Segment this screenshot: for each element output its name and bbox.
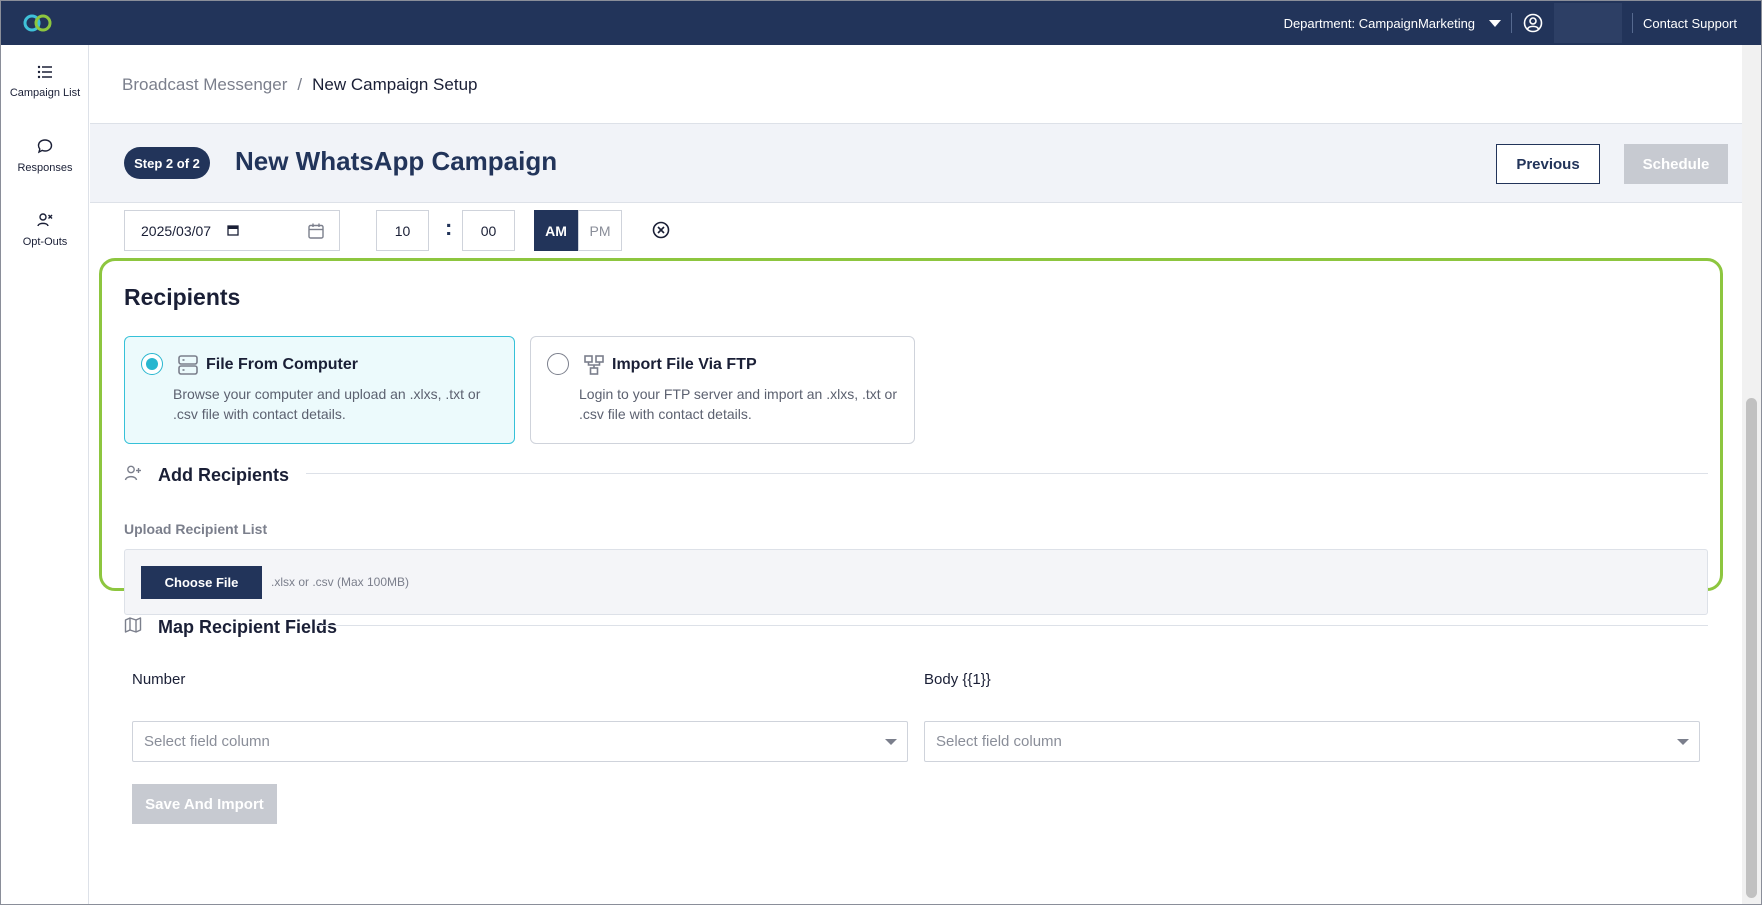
breadcrumb: Broadcast Messenger / New Campaign Setup: [122, 75, 477, 95]
save-and-import-button[interactable]: Save And Import: [132, 784, 277, 824]
divider: [1632, 13, 1634, 33]
radio-unselected[interactable]: [547, 353, 569, 375]
section-title: Add Recipients: [158, 465, 290, 485]
option-title: File From Computer: [206, 356, 359, 373]
infinity-logo-icon[interactable]: [21, 11, 55, 35]
time-separator: :: [445, 215, 453, 240]
server-icon: [177, 354, 199, 381]
upload-label: Upload Recipient List: [124, 521, 268, 537]
am-toggle[interactable]: AM: [534, 210, 578, 251]
breadcrumb-separator: /: [297, 75, 303, 94]
network-icon: [583, 354, 605, 381]
select-placeholder: Select field column: [936, 733, 1062, 750]
upload-area: Choose File .xlsx or .csv (Max 100MB): [124, 549, 1708, 615]
dropdown-arrow-icon: [1677, 739, 1689, 745]
step-header: Step 2 of 2 New WhatsApp Campaign Previo…: [90, 124, 1742, 203]
radio-selected[interactable]: [141, 353, 163, 375]
minute-input[interactable]: 00: [462, 210, 515, 251]
calendar-icon[interactable]: [307, 222, 325, 243]
sidebar-item-opt-outs[interactable]: Opt-Outs: [1, 193, 89, 267]
dropdown-arrow-icon: [885, 739, 897, 745]
sidebar-item-label: Responses: [17, 162, 73, 174]
choose-file-button[interactable]: Choose File: [141, 566, 262, 599]
vertical-scrollbar[interactable]: [1742, 45, 1761, 904]
step-badge: Step 2 of 2: [124, 147, 210, 179]
user-plus-icon: [124, 464, 142, 487]
option-title: Import File Via FTP: [612, 356, 757, 373]
divider: [316, 625, 1708, 626]
user-remove-icon: [37, 212, 53, 228]
hour-input[interactable]: 10: [376, 210, 429, 251]
section-title: Map Recipient Fields: [158, 617, 338, 637]
scrollbar-thumb[interactable]: [1746, 398, 1757, 898]
department-label: Department: CampaignMarketing: [1283, 15, 1476, 31]
upload-hint: .xlsx or .csv (Max 100MB): [271, 575, 410, 589]
option-description: Login to your FTP server and import an .…: [579, 386, 897, 422]
sidebar-item-label: Campaign List: [9, 87, 81, 99]
clear-time-icon[interactable]: [651, 220, 671, 240]
body-field-select[interactable]: Select field column: [924, 721, 1700, 762]
divider: [1511, 13, 1513, 33]
date-value: 2025/03/07: [141, 222, 212, 239]
page-title: New WhatsApp Campaign: [235, 146, 558, 176]
option-description: Browse your computer and upload an .xlxs…: [173, 386, 481, 422]
import-file-via-ftp-option[interactable]: Import File Via FTP Login to your FTP se…: [530, 336, 915, 444]
caret-down-icon: [1489, 19, 1502, 27]
add-recipients-header: Add Recipients: [124, 464, 289, 487]
schedule-button[interactable]: Schedule: [1624, 144, 1728, 184]
number-field-label: Number: [132, 671, 186, 688]
divider: [306, 473, 1708, 474]
body-field-label: Body {{1}}: [924, 671, 991, 688]
sidebar: Campaign List Responses Opt-Outs: [1, 45, 89, 904]
top-right-controls: Department: CampaignMarketing Contact Su…: [1284, 1, 1737, 45]
date-input[interactable]: 2025/03/07: [124, 210, 340, 251]
user-name-pill[interactable]: [1554, 3, 1623, 43]
map-recipient-fields-header: Map Recipient Fields: [124, 616, 337, 639]
previous-button[interactable]: Previous: [1496, 144, 1600, 184]
breadcrumb-current: New Campaign Setup: [312, 75, 478, 94]
chat-bubble-icon: [37, 138, 53, 154]
department-dropdown[interactable]: Department: CampaignMarketing: [1283, 15, 1502, 31]
main-content: Broadcast Messenger / New Campaign Setup…: [90, 45, 1742, 904]
user-circle-icon[interactable]: [1522, 12, 1544, 34]
pm-toggle[interactable]: PM: [578, 210, 622, 251]
map-icon: [124, 616, 142, 639]
recipients-title: Recipients: [124, 284, 241, 310]
list-icon: [37, 65, 53, 79]
number-field-select[interactable]: Select field column: [132, 721, 908, 762]
calendar-small-icon[interactable]: [227, 223, 239, 239]
sidebar-item-label: Opt-Outs: [22, 236, 68, 248]
select-placeholder: Select field column: [144, 733, 270, 750]
top-navigation-bar: Department: CampaignMarketing Contact Su…: [1, 1, 1761, 45]
file-from-computer-option[interactable]: File From Computer Browse your computer …: [124, 336, 515, 444]
sidebar-item-responses[interactable]: Responses: [1, 119, 89, 193]
sidebar-item-campaign-list[interactable]: Campaign List: [1, 45, 89, 119]
breadcrumb-parent-link[interactable]: Broadcast Messenger: [122, 75, 287, 95]
contact-support-link[interactable]: Contact Support: [1643, 16, 1737, 31]
